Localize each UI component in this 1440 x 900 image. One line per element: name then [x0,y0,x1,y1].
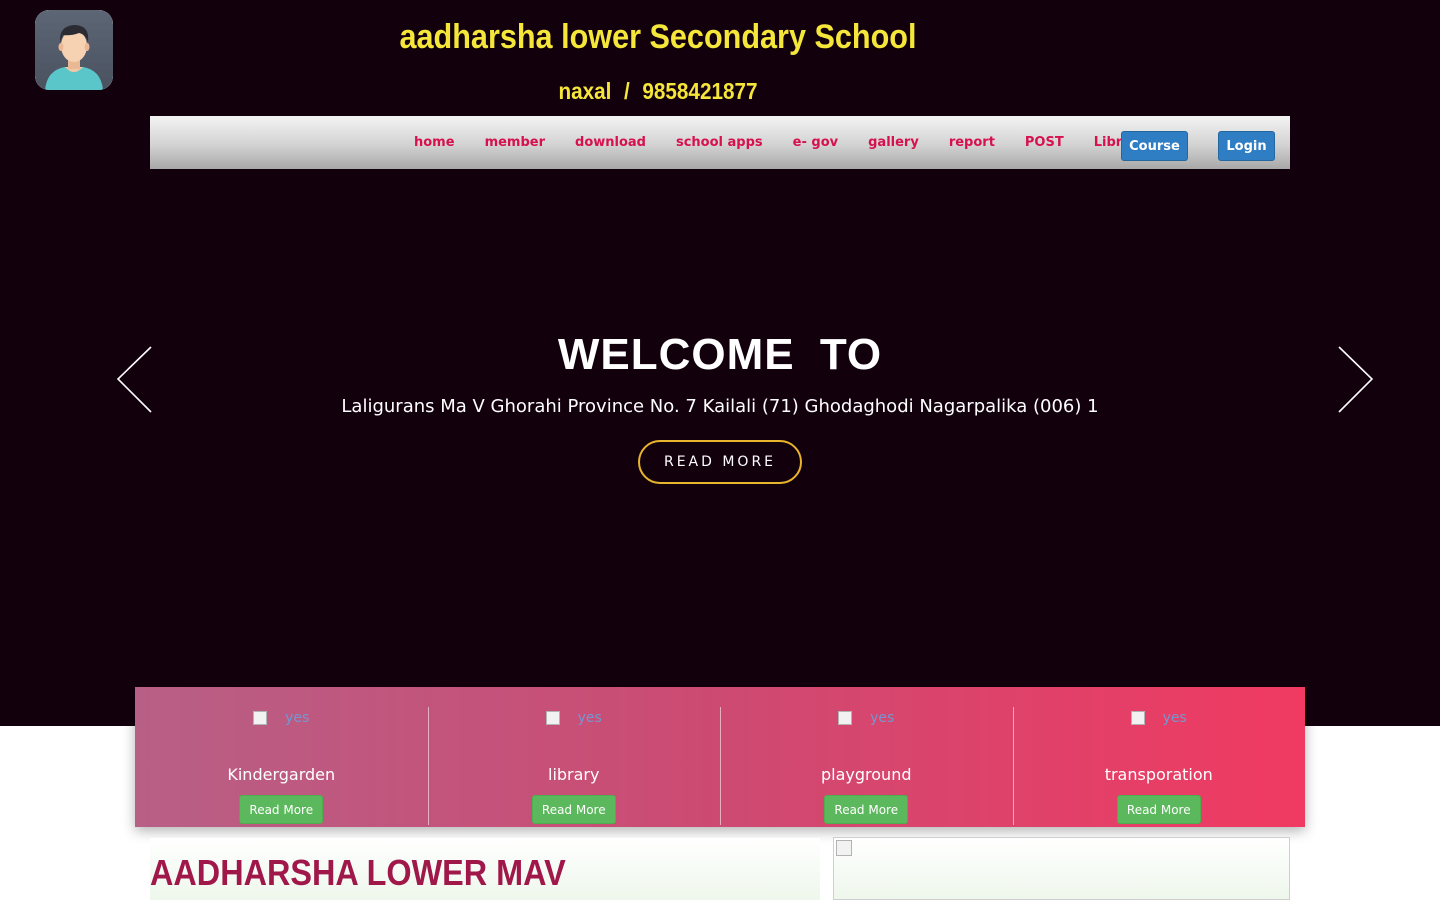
course-button[interactable]: Course [1121,131,1188,161]
broken-image-icon [836,840,852,856]
chevron-left-icon [116,346,152,413]
school-location: naxal [558,78,612,104]
service-title: library [548,765,600,784]
service-image-alt: yes [285,710,310,726]
carousel-next-button[interactable] [1336,344,1376,416]
service-image: yes [428,708,721,728]
nav-gallery[interactable]: gallery [868,135,919,150]
service-image-alt: yes [1162,710,1187,726]
nav-e-gov[interactable]: e- gov [793,135,838,150]
nav-post[interactable]: POST [1025,135,1064,150]
service-read-more-button[interactable]: Read More [531,795,616,824]
broken-image-icon: yes [838,710,894,726]
login-button[interactable]: Login [1218,131,1275,161]
service-image: yes [135,708,428,728]
broken-image-icon: yes [1130,710,1187,726]
hero-welcome-title: WELCOME TO [557,330,883,379]
chevron-right-icon [1338,346,1374,413]
service-title: transporation [1104,765,1213,784]
service-image-alt: yes [577,710,602,726]
nav-member[interactable]: member [485,135,545,150]
hero-read-more-button[interactable]: READ MORE [638,440,802,484]
service-read-more-button[interactable]: Read More [824,795,909,824]
service-image: yes [720,708,1013,728]
services-panel: yes Kindergarden Read More yes library R… [135,687,1305,827]
school-contact: naxal / 9858421877 [66,78,1250,105]
broken-image-icon: yes [253,710,309,726]
nav-school-apps[interactable]: school apps [676,135,763,150]
school-name: aadharsha lower Secondary School [399,18,917,56]
service-title: Kindergarden [227,765,336,784]
service-card-kindergarden: yes Kindergarden Read More [135,687,428,827]
school-phone: 9858421877 [642,78,758,104]
service-card-transporation: yes transporation Read More [1012,687,1306,827]
hero-address: Laligurans Ma V Ghorahi Province No. 7 K… [341,396,1099,417]
nav-report[interactable]: report [949,135,995,150]
nav-links: home member download school apps e- gov … [414,116,1176,169]
about-image [833,837,1290,900]
about-heading: AADHARSHA LOWER MAV [150,852,566,893]
broken-image-icon: yes [545,710,602,726]
nav-home[interactable]: home [414,135,455,150]
carousel-prev-button[interactable] [114,344,154,416]
service-image-alt: yes [870,710,895,726]
service-image: yes [1013,708,1306,728]
main-navbar: home member download school apps e- gov … [150,116,1290,169]
service-title: playground [821,765,912,784]
service-card-library: yes library Read More [427,687,721,827]
nav-download[interactable]: download [575,135,646,150]
service-read-more-button[interactable]: Read More [1116,795,1201,824]
contact-separator: / [624,78,630,104]
service-card-playground: yes playground Read More [720,687,1013,827]
service-read-more-button[interactable]: Read More [239,795,324,824]
